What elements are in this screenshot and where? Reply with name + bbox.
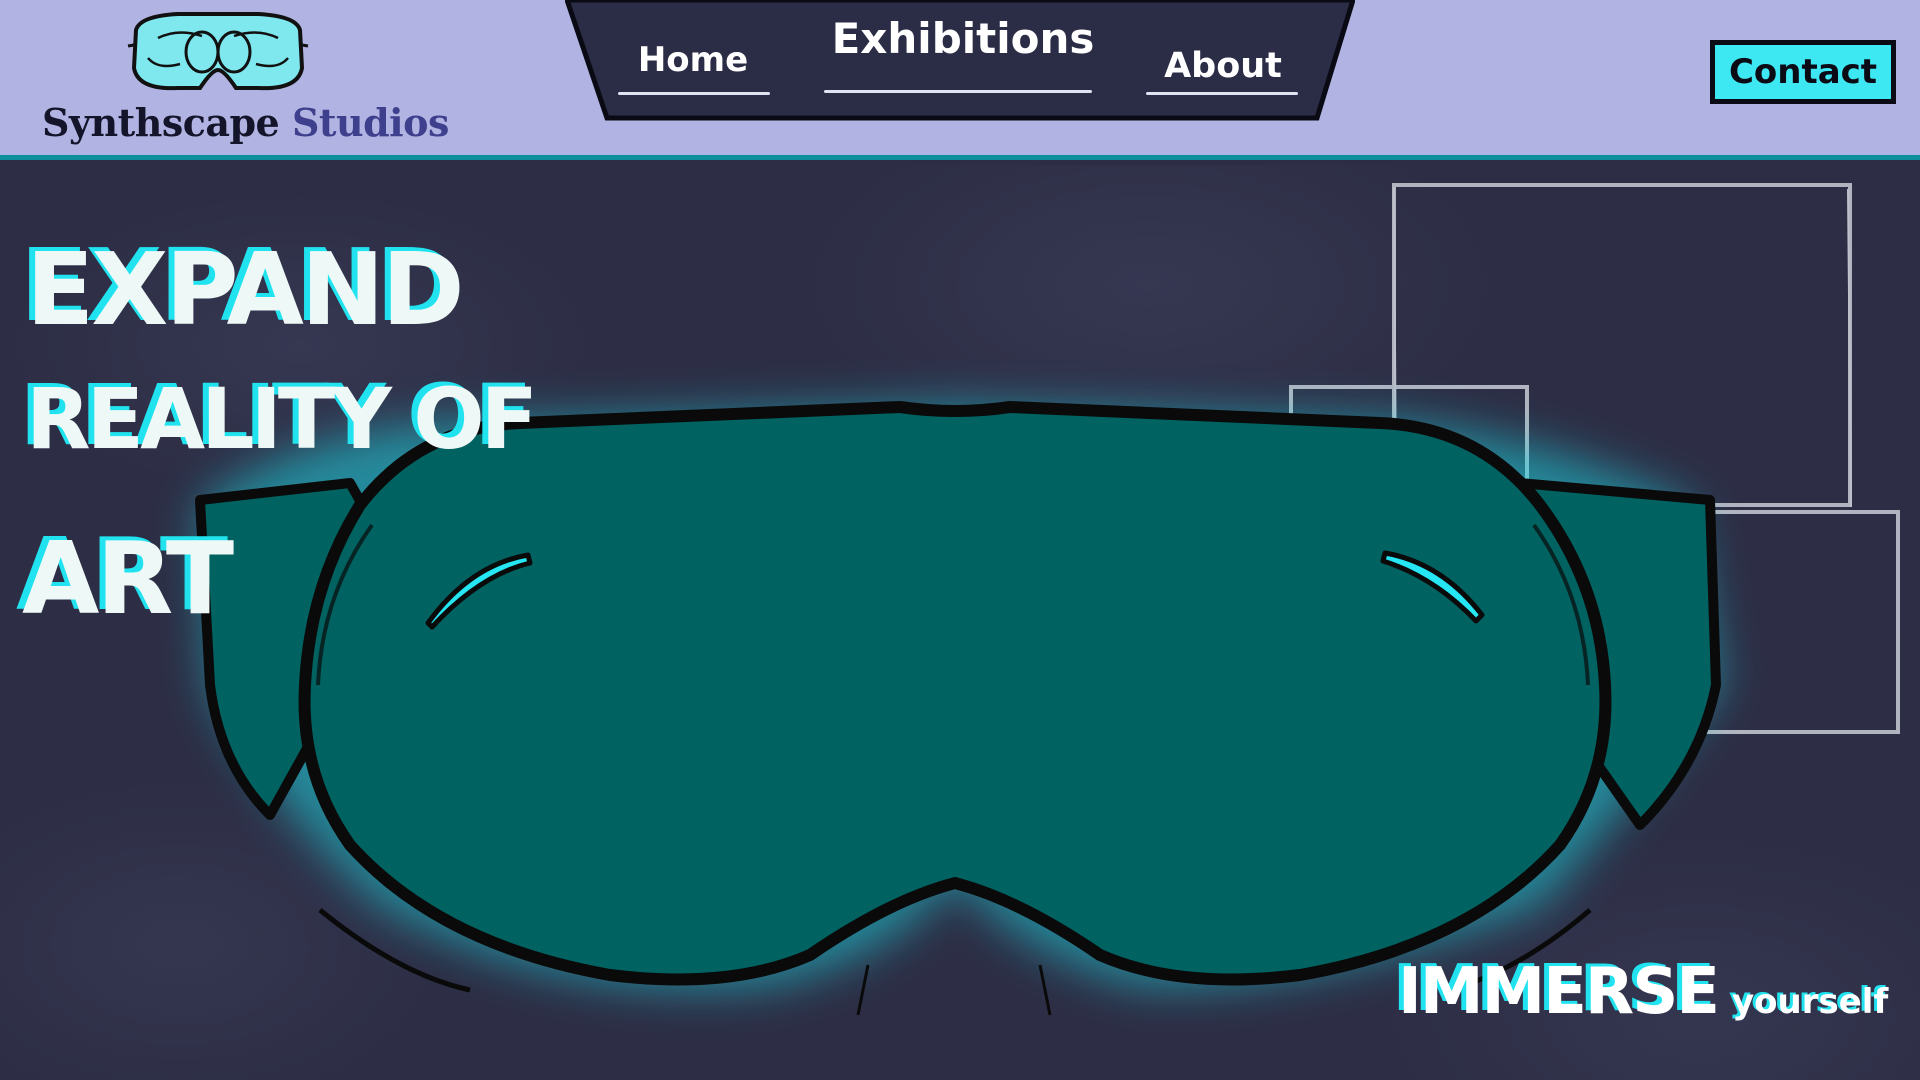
vr-headset-logo-icon[interactable]	[118, 8, 318, 92]
brand-name-part2: Studios	[291, 100, 449, 145]
nav-home-underline	[618, 92, 770, 95]
nav-exhibitions-underline	[824, 90, 1092, 93]
brand-name[interactable]: Synthscape Studios	[42, 100, 449, 145]
hero-section: EXPAND REALITY OF ART IMMERSE yourself	[0, 165, 1920, 1080]
site-header: Synthscape Studios Home Exhibitions Abou…	[0, 0, 1920, 160]
hero-tagline: IMMERSE yourself	[1398, 955, 1888, 1029]
tagline-main: IMMERSE	[1398, 955, 1720, 1029]
nav-about-link[interactable]: About	[1143, 46, 1303, 86]
brand-name-part1: Synthscape	[42, 100, 280, 145]
nav-about-underline	[1146, 92, 1298, 95]
contact-button[interactable]: Contact	[1710, 40, 1896, 104]
nav-exhibitions-link[interactable]: Exhibitions	[818, 14, 1108, 63]
hero-headline-line2: REALITY OF	[26, 370, 538, 468]
hero-headline-line1: EXPAND	[26, 231, 465, 348]
hero-headline-line3: ART	[22, 520, 234, 637]
tagline-sub: yourself	[1732, 982, 1889, 1022]
nav-home-link[interactable]: Home	[618, 40, 768, 80]
